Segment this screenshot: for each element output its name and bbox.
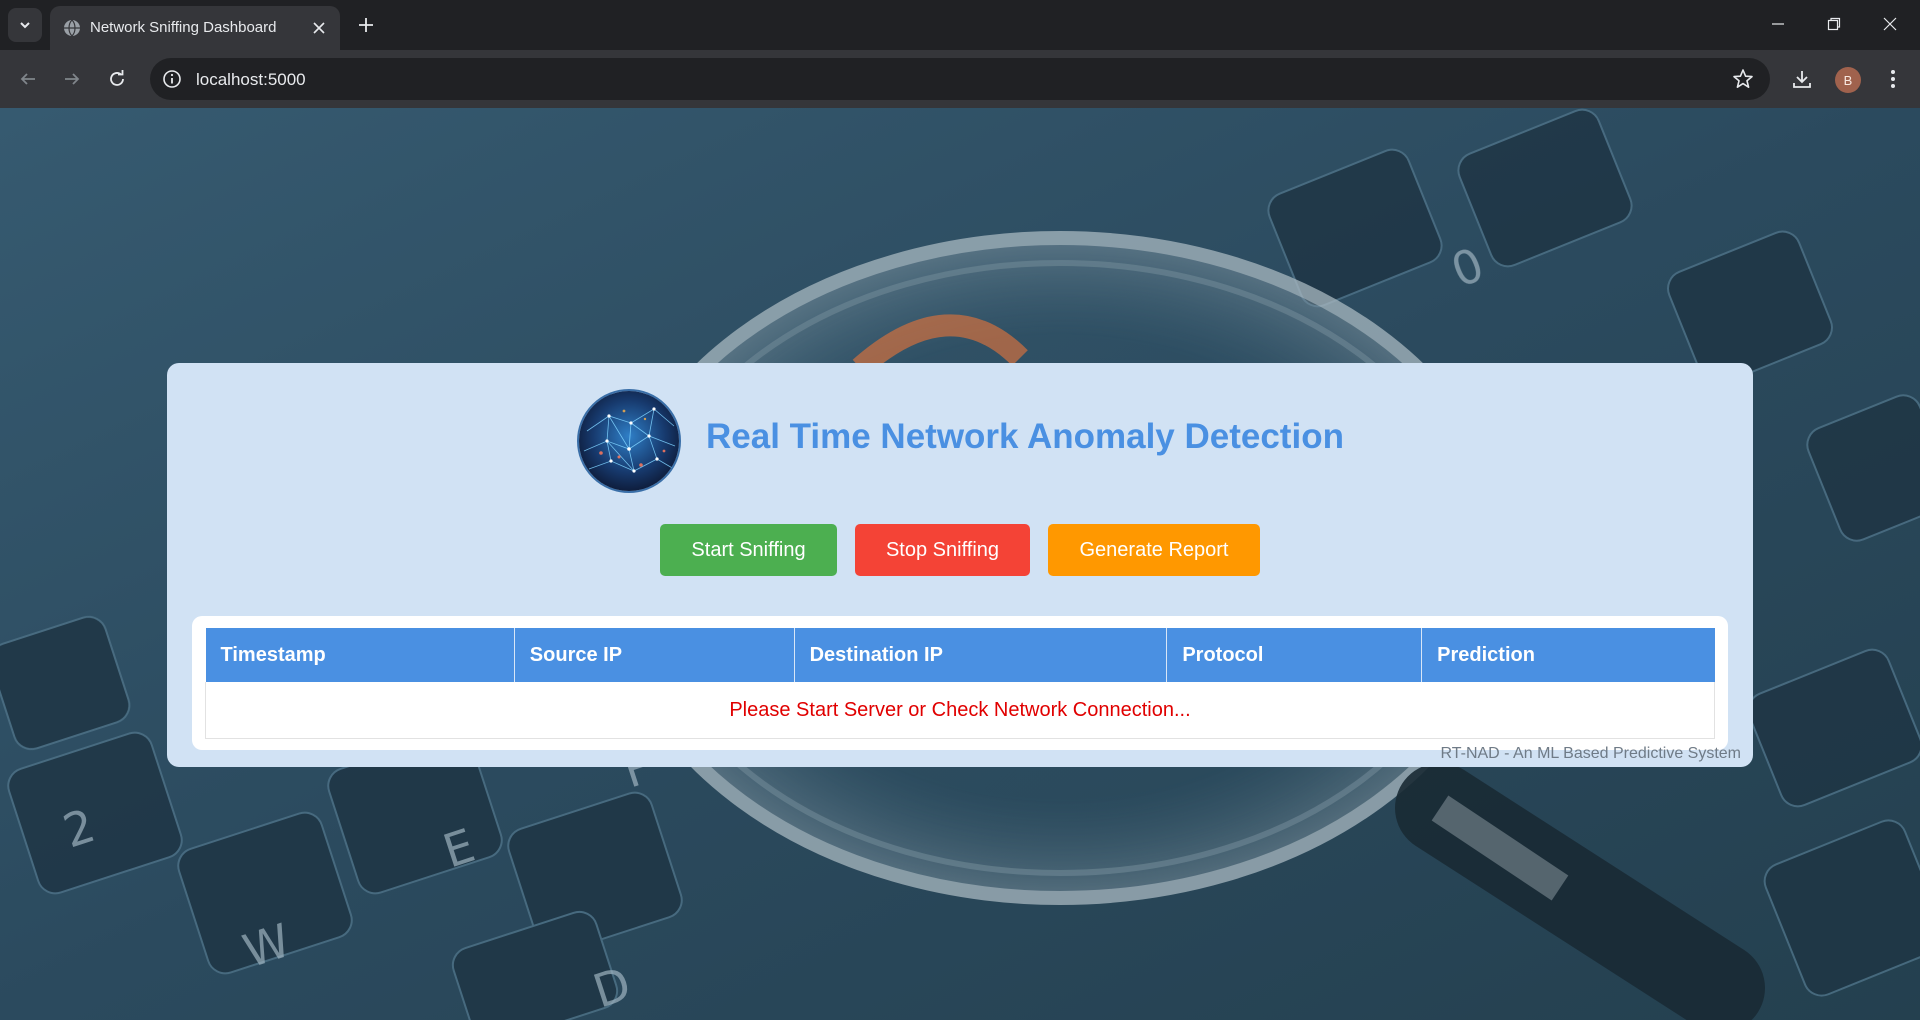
table-row: Please Start Server or Check Network Con… bbox=[205, 682, 1715, 739]
browser-toolbar: localhost:5000 B bbox=[0, 50, 1920, 108]
close-icon bbox=[313, 22, 325, 34]
new-tab-button[interactable] bbox=[352, 11, 380, 39]
browser-tab-bar: Network Sniffing Dashboard bbox=[0, 0, 1920, 50]
dashboard-card: Real Time Network Anomaly Detection Star… bbox=[167, 363, 1753, 767]
connection-status-message: Please Start Server or Check Network Con… bbox=[205, 682, 1715, 739]
generate-report-button[interactable]: Generate Report bbox=[1048, 524, 1260, 576]
tab-title: Network Sniffing Dashboard bbox=[90, 19, 277, 36]
page-viewport: 2 E W D F 0 Real Time Network Anomaly De… bbox=[0, 108, 1920, 1020]
header: Real Time Network Anomaly Detection bbox=[167, 389, 1753, 493]
chevron-down-icon bbox=[20, 22, 30, 29]
page-title: Real Time Network Anomaly Detection bbox=[706, 417, 1344, 456]
forward-button[interactable] bbox=[56, 63, 88, 95]
close-icon bbox=[1883, 17, 1897, 31]
footer-caption: RT-NAD - An ML Based Predictive System bbox=[1440, 745, 1741, 762]
arrow-left-icon bbox=[20, 73, 35, 85]
info-icon[interactable] bbox=[162, 69, 182, 89]
column-header-source-ip: Source IP bbox=[514, 628, 795, 682]
packet-table-panel: Timestamp Source IP Destination IP Proto… bbox=[192, 616, 1728, 750]
restore-button[interactable] bbox=[1806, 0, 1862, 48]
profile-avatar[interactable]: B bbox=[1835, 67, 1861, 93]
stop-sniffing-button[interactable]: Stop Sniffing bbox=[855, 524, 1030, 576]
reload-button[interactable] bbox=[101, 63, 133, 95]
column-header-timestamp: Timestamp bbox=[205, 628, 515, 682]
column-header-prediction: Prediction bbox=[1421, 628, 1715, 682]
kebab-menu-icon bbox=[1891, 70, 1895, 88]
arrow-right-icon bbox=[65, 73, 80, 85]
packet-table: Timestamp Source IP Destination IP Proto… bbox=[205, 628, 1715, 739]
bookmark-star-icon[interactable] bbox=[1732, 68, 1754, 90]
downloads-button[interactable] bbox=[1789, 66, 1815, 92]
table-header-row: Timestamp Source IP Destination IP Proto… bbox=[205, 628, 1715, 682]
address-bar[interactable]: localhost:5000 bbox=[150, 58, 1770, 100]
globe-icon bbox=[64, 19, 80, 37]
url-text[interactable]: localhost:5000 bbox=[196, 70, 306, 90]
browser-menu-button[interactable] bbox=[1880, 66, 1906, 92]
network-globe-logo bbox=[577, 389, 681, 493]
minimize-button[interactable] bbox=[1750, 0, 1806, 48]
reload-icon bbox=[110, 70, 124, 86]
close-window-button[interactable] bbox=[1862, 0, 1918, 48]
restore-icon bbox=[1827, 17, 1841, 31]
minimize-icon bbox=[1772, 23, 1784, 25]
start-sniffing-button[interactable]: Start Sniffing bbox=[660, 524, 837, 576]
column-header-destination-ip: Destination IP bbox=[794, 628, 1168, 682]
back-button[interactable] bbox=[12, 63, 44, 95]
browser-tab[interactable]: Network Sniffing Dashboard bbox=[50, 6, 340, 50]
plus-icon bbox=[359, 18, 373, 32]
download-icon bbox=[1793, 71, 1811, 88]
close-tab-button[interactable] bbox=[308, 17, 330, 39]
tab-search-button[interactable] bbox=[8, 8, 42, 42]
column-header-protocol: Protocol bbox=[1166, 628, 1423, 682]
